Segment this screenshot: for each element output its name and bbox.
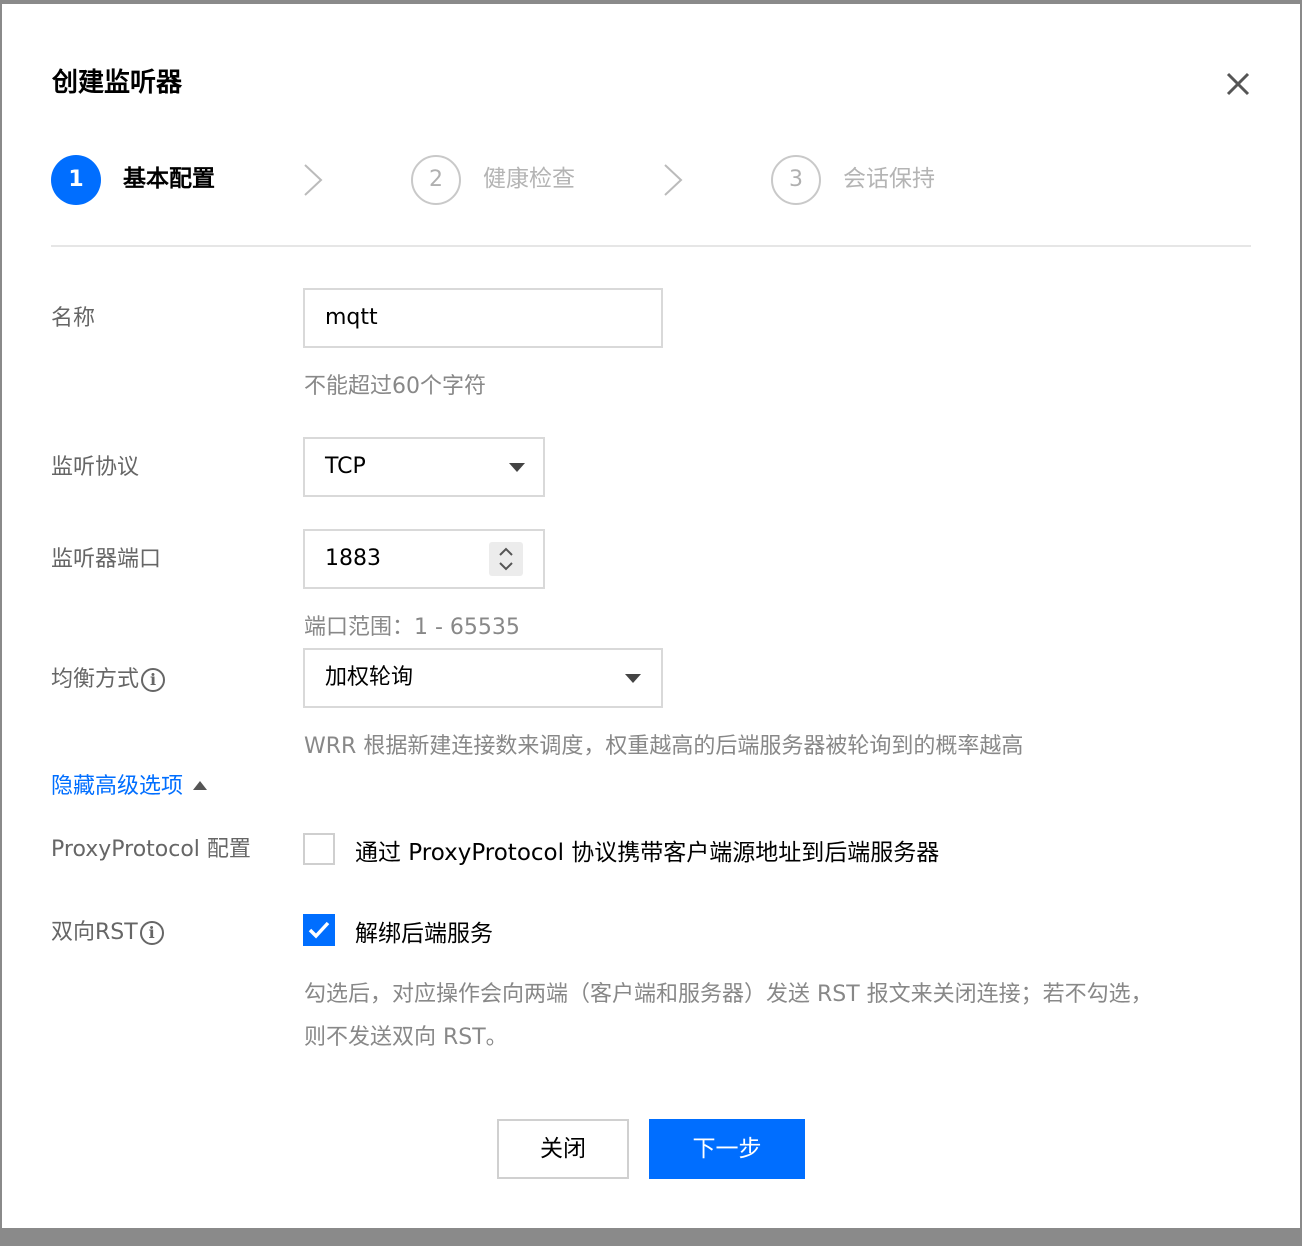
rst-checkbox[interactable]: [303, 914, 335, 946]
rst-help-line1: 勾选后，对应操作会向两端（客户端和服务器）发送 RST 报文来关闭连接；若不勾选…: [304, 982, 1153, 1007]
dialog-title: 创建监听器: [52, 68, 183, 98]
next-step-button[interactable]: 下一步: [649, 1119, 805, 1179]
caret-up-icon: [193, 780, 208, 790]
stepper-arrows-icon: [499, 547, 513, 571]
close-icon[interactable]: [1218, 64, 1258, 104]
step-3-number: 3: [771, 155, 821, 205]
caret-down-icon: [625, 674, 641, 683]
step-3-label: 会话保持: [843, 166, 935, 192]
info-icon[interactable]: i: [139, 921, 164, 945]
proxy-protocol-checkbox-label[interactable]: 通过 ProxyProtocol 协议携带客户端源地址到后端服务器: [355, 838, 939, 868]
balance-label: 均衡方式: [51, 667, 140, 692]
proxy-protocol-checkbox[interactable]: [303, 833, 335, 865]
step-1-label: 基本配置: [123, 166, 215, 192]
protocol-value: TCP: [325, 454, 366, 479]
info-icon[interactable]: i: [141, 668, 166, 692]
advanced-toggle-label: 隐藏高级选项: [51, 774, 184, 799]
rst-label-row: 双向RST i: [51, 918, 164, 948]
proxy-protocol-label: ProxyProtocol 配置: [51, 837, 251, 862]
divider: [51, 245, 1251, 247]
chevron-right-icon: [664, 164, 683, 196]
balance-label-row: 均衡方式 i: [51, 665, 166, 695]
port-input[interactable]: 1883: [303, 529, 545, 589]
caret-down-icon: [509, 463, 525, 472]
balance-help: WRR 根据新建连接数来调度，权重越高的后端服务器被轮询到的概率越高: [304, 734, 1024, 759]
rst-label: 双向RST: [51, 920, 138, 945]
rst-help-line2: 则不发送双向 RST。: [304, 1025, 508, 1050]
balance-select[interactable]: 加权轮询: [303, 648, 663, 708]
rst-checkbox-label[interactable]: 解绑后端服务: [355, 919, 493, 949]
name-label: 名称: [51, 306, 96, 331]
port-label: 监听器端口: [51, 547, 162, 572]
balance-value: 加权轮询: [325, 665, 414, 690]
port-value: 1883: [325, 546, 381, 571]
port-stepper[interactable]: [489, 542, 523, 576]
step-2-label: 健康检查: [483, 166, 575, 192]
protocol-label: 监听协议: [51, 455, 140, 480]
protocol-select[interactable]: TCP: [303, 437, 545, 497]
hide-advanced-options-link[interactable]: 隐藏高级选项: [51, 772, 208, 802]
step-1-number: 1: [51, 155, 101, 205]
port-help: 端口范围：1 - 65535: [304, 615, 520, 640]
checkmark-icon: [308, 921, 330, 939]
create-listener-dialog: 创建监听器 1 基本配置 2 健康检查 3 会话保持 名称 mqtt 不能超过6…: [2, 4, 1300, 1228]
close-button[interactable]: 关闭: [497, 1119, 629, 1179]
name-value: mqtt: [325, 305, 378, 330]
step-2-number: 2: [411, 155, 461, 205]
chevron-right-icon: [304, 164, 323, 196]
name-help: 不能超过60个字符: [304, 374, 486, 399]
name-input[interactable]: mqtt: [303, 288, 663, 348]
